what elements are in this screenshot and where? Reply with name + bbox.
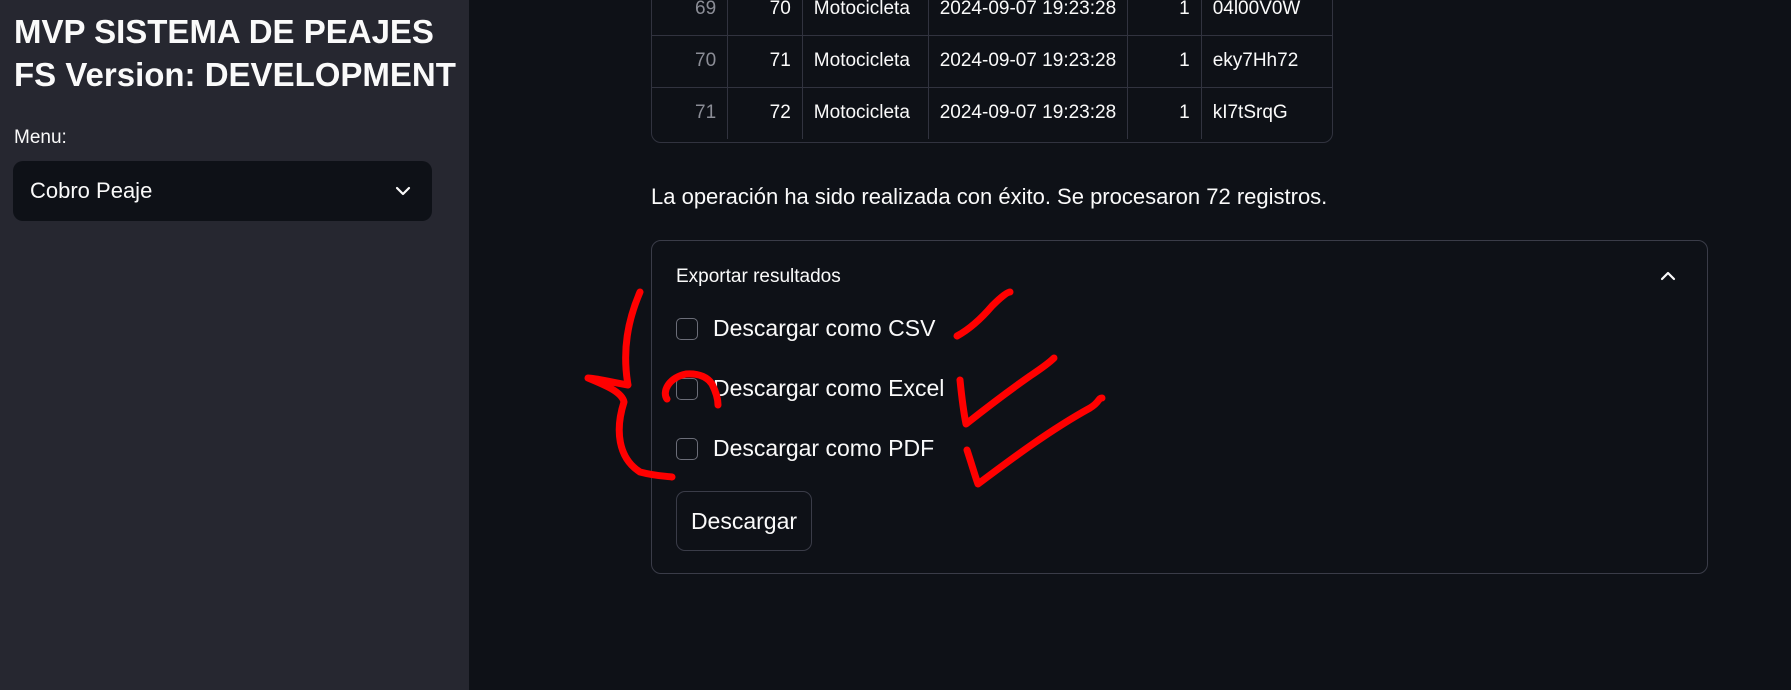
- cell-count: 1: [1127, 0, 1202, 36]
- cell-vehicle-type: Motocicleta: [802, 87, 929, 139]
- table-row: 69 70 Motocicleta 2024-09-07 19:23:28 1 …: [652, 0, 1332, 36]
- checkbox-pdf[interactable]: Descargar como PDF: [676, 435, 934, 462]
- table-row: 71 72 Motocicleta 2024-09-07 19:23:28 1 …: [652, 87, 1332, 139]
- checkbox-box[interactable]: [676, 317, 698, 340]
- chevron-down-icon: [395, 186, 411, 196]
- checkbox-csv[interactable]: Descargar como CSV: [676, 315, 935, 342]
- cell-datetime: 2024-09-07 19:23:28: [928, 0, 1129, 36]
- app: MVP SISTEMA DE PEAJES FS Version: DEVELO…: [0, 0, 1791, 690]
- checkbox-label[interactable]: Descargar como Excel: [713, 375, 944, 402]
- row-index: 69: [652, 0, 729, 36]
- checkbox-label[interactable]: Descargar como CSV: [713, 315, 935, 342]
- sidebar-title: MVP SISTEMA DE PEAJES FS Version: DEVELO…: [14, 10, 456, 96]
- cell-id: 70: [727, 0, 803, 36]
- checkbox-excel[interactable]: Descargar como Excel: [676, 375, 944, 402]
- checkbox-box[interactable]: [676, 437, 698, 460]
- cell-code: 04l00V0W: [1201, 0, 1332, 36]
- cell-datetime: 2024-09-07 19:23:28: [928, 87, 1129, 139]
- table-body: 69 70 Motocicleta 2024-09-07 19:23:28 1 …: [652, 0, 1332, 139]
- data-table: 69 70 Motocicleta 2024-09-07 19:23:28 1 …: [651, 0, 1333, 143]
- chevron-up-icon[interactable]: [1659, 267, 1677, 285]
- cell-id: 71: [727, 35, 803, 88]
- menu-select[interactable]: Cobro Peaje: [13, 161, 432, 221]
- cell-datetime: 2024-09-07 19:23:28: [928, 35, 1129, 88]
- menu-label: Menu:: [14, 127, 67, 148]
- cell-count: 1: [1127, 35, 1202, 88]
- cell-vehicle-type: Motocicleta: [802, 35, 929, 88]
- main-content: 69 70 Motocicleta 2024-09-07 19:23:28 1 …: [469, 0, 1791, 690]
- cell-id: 72: [727, 87, 803, 139]
- expander-header[interactable]: Exportar resultados: [676, 266, 841, 288]
- cell-code: eky7Hh72: [1201, 35, 1332, 88]
- cell-vehicle-type: Motocicleta: [802, 0, 929, 36]
- row-index: 71: [652, 87, 729, 139]
- export-expander: Exportar resultados Descargar como CSV D…: [651, 240, 1708, 574]
- checkbox-label[interactable]: Descargar como PDF: [713, 435, 934, 462]
- version-title: FS Version: DEVELOPMENT: [14, 56, 456, 93]
- menu-select-value: Cobro Peaje: [30, 178, 153, 203]
- success-message: La operación ha sido realizada con éxito…: [651, 184, 1328, 209]
- cell-count: 1: [1127, 87, 1202, 139]
- download-button[interactable]: Descargar: [676, 491, 812, 551]
- row-index: 70: [652, 35, 729, 88]
- table-row: 70 71 Motocicleta 2024-09-07 19:23:28 1 …: [652, 35, 1332, 88]
- cell-code: kI7tSrqG: [1212, 102, 1288, 124]
- checkbox-box[interactable]: [676, 377, 698, 400]
- sidebar: MVP SISTEMA DE PEAJES FS Version: DEVELO…: [0, 0, 469, 690]
- app-title: MVP SISTEMA DE PEAJES: [14, 13, 434, 50]
